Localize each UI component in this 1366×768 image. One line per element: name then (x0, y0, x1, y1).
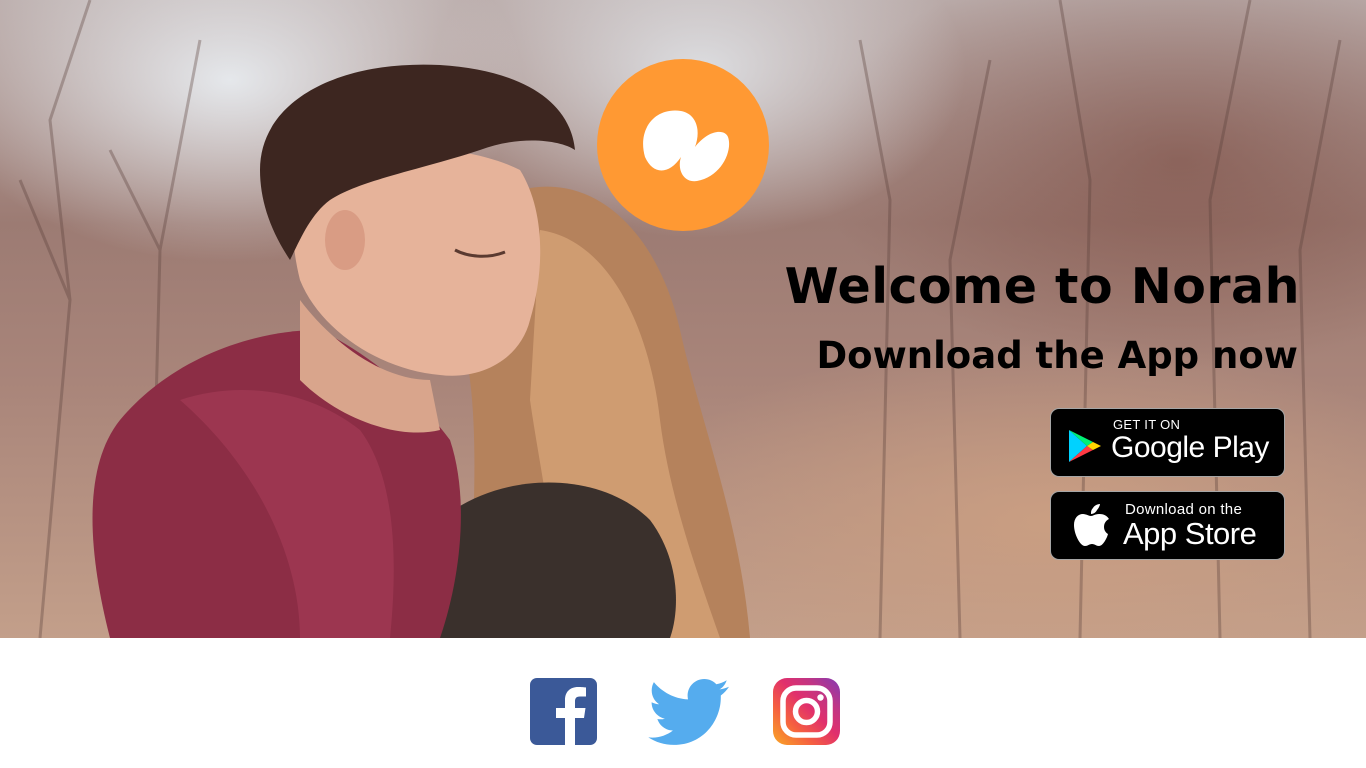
apple-icon (1073, 504, 1111, 552)
facebook-icon (556, 687, 586, 745)
page-title: Welcome to Norah (784, 258, 1300, 315)
app-store-button[interactable]: Download on the App Store (1050, 491, 1285, 560)
instagram-link[interactable] (773, 678, 840, 745)
instagram-icon (780, 685, 833, 738)
app-store-big-text: App Store (1123, 516, 1257, 551)
twitter-icon (648, 679, 729, 745)
google-play-big-text: Google Play (1111, 431, 1269, 464)
google-play-icon (1067, 428, 1103, 468)
google-play-small-text: GET IT ON (1113, 417, 1181, 432)
google-play-button[interactable]: GET IT ON Google Play (1050, 408, 1285, 477)
facebook-link[interactable] (530, 678, 597, 745)
page-subtitle: Download the App now (816, 334, 1298, 377)
norah-logo-icon (643, 110, 730, 182)
norah-logo (597, 59, 769, 231)
twitter-link[interactable] (648, 679, 729, 745)
hero-banner: Welcome to Norah Download the App now GE… (0, 0, 1366, 638)
